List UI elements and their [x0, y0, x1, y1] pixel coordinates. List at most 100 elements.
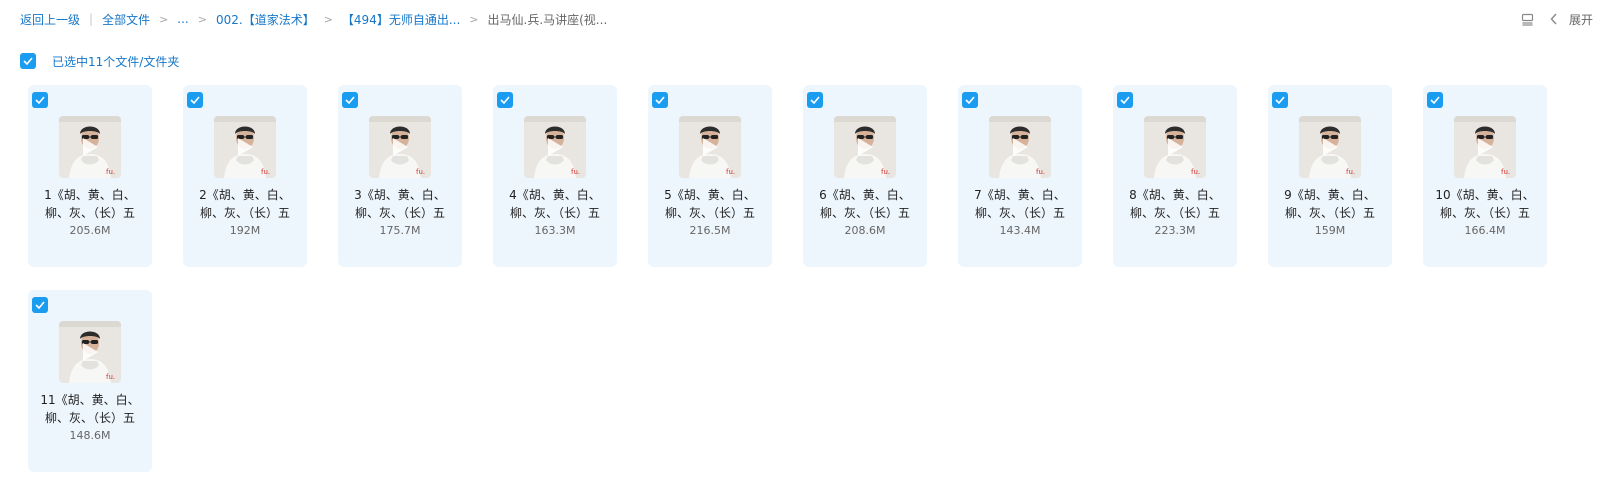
- svg-text:fu.: fu.: [726, 168, 735, 176]
- file-checkbox[interactable]: [342, 92, 358, 108]
- file-size: 166.4M: [1464, 224, 1506, 237]
- selection-bar: 已选中11个文件/文件夹: [20, 52, 179, 70]
- play-icon: [238, 138, 253, 156]
- file-checkbox[interactable]: [497, 92, 513, 108]
- file-card[interactable]: fu. 7《胡、黄、白、 柳、灰、（长）五 143.4M: [958, 85, 1082, 267]
- file-card[interactable]: fu. 5《胡、黄、白、 柳、灰、（长）五 216.5M: [648, 85, 772, 267]
- file-name: 5《胡、黄、白、 柳、灰、（长）五: [656, 186, 764, 222]
- file-name: 10《胡、黄、白、 柳、灰、（长）五: [1431, 186, 1539, 222]
- expand-label: 展开: [1568, 12, 1593, 27]
- svg-text:fu.: fu.: [106, 373, 115, 381]
- svg-text:fu.: fu.: [261, 168, 270, 176]
- play-icon: [1323, 138, 1338, 156]
- breadcrumb-separator: >: [323, 12, 333, 26]
- file-name-line: 柳、灰、（长）五: [664, 206, 755, 220]
- chevron-left-icon: [1547, 12, 1561, 26]
- file-checkbox[interactable]: [652, 92, 668, 108]
- video-thumbnail[interactable]: fu.: [1454, 116, 1516, 178]
- file-name-line: 柳、灰、（长）五: [974, 206, 1065, 220]
- file-checkbox[interactable]: [962, 92, 978, 108]
- play-icon: [83, 138, 98, 156]
- breadcrumb-ellipsis[interactable]: ...: [177, 12, 188, 26]
- file-name-line: 柳、灰、（长）五: [1129, 206, 1220, 220]
- file-checkbox[interactable]: [1427, 92, 1443, 108]
- breadcrumb-separator: >: [159, 12, 169, 26]
- svg-text:fu.: fu.: [571, 168, 580, 176]
- file-name-line: 8《胡、黄、白、: [1129, 188, 1221, 202]
- svg-text:fu.: fu.: [1036, 168, 1045, 176]
- top-bar: 返回上一级 | 全部文件 > ... > 002.【道家法术】 > 【494】无…: [20, 8, 1599, 30]
- breadcrumb-separator: >: [469, 12, 479, 26]
- breadcrumb-item-494[interactable]: 【494】无师自通出...: [342, 11, 460, 28]
- file-size: 216.5M: [689, 224, 731, 237]
- file-card[interactable]: fu. 11《胡、黄、白、 柳、灰、（长）五 148.6M: [28, 290, 152, 472]
- play-icon: [393, 138, 408, 156]
- video-thumbnail[interactable]: fu.: [369, 116, 431, 178]
- file-name: 2《胡、黄、白、 柳、灰、（长）五: [191, 186, 299, 222]
- play-icon: [1013, 138, 1028, 156]
- file-name-line: 柳、灰、（长）五: [354, 206, 445, 220]
- breadcrumb-divider: |: [89, 12, 94, 26]
- file-name-line: 9《胡、黄、白、: [1284, 188, 1376, 202]
- file-name-line: 5《胡、黄、白、: [664, 188, 756, 202]
- file-checkbox[interactable]: [807, 92, 823, 108]
- video-thumbnail[interactable]: fu.: [679, 116, 741, 178]
- file-card[interactable]: fu. 2《胡、黄、白、 柳、灰、（长）五 192M: [183, 85, 307, 267]
- video-thumbnail[interactable]: fu.: [214, 116, 276, 178]
- file-name-line: 1《胡、黄、白、: [44, 188, 136, 202]
- file-size: 148.6M: [69, 429, 111, 442]
- file-name-line: 6《胡、黄、白、: [819, 188, 911, 202]
- file-name: 8《胡、黄、白、 柳、灰、（长）五: [1121, 186, 1229, 222]
- selection-count-label: 已选中11个文件/文件夹: [52, 54, 180, 69]
- file-size: 205.6M: [69, 224, 111, 237]
- file-card[interactable]: fu. 3《胡、黄、白、 柳、灰、（长）五 175.7M: [338, 85, 462, 267]
- back-link[interactable]: 返回上一级: [20, 11, 80, 28]
- video-thumbnail[interactable]: fu.: [834, 116, 896, 178]
- file-checkbox[interactable]: [187, 92, 203, 108]
- video-thumbnail[interactable]: fu.: [1144, 116, 1206, 178]
- expand-button[interactable]: 展开: [1547, 11, 1593, 28]
- file-checkbox[interactable]: [32, 92, 48, 108]
- play-icon: [703, 138, 718, 156]
- file-checkbox[interactable]: [1272, 92, 1288, 108]
- video-thumbnail[interactable]: fu.: [1299, 116, 1361, 178]
- file-card[interactable]: fu. 4《胡、黄、白、 柳、灰、（长）五 163.3M: [493, 85, 617, 267]
- file-size: 223.3M: [1154, 224, 1196, 237]
- video-thumbnail[interactable]: fu.: [989, 116, 1051, 178]
- svg-text:fu.: fu.: [106, 168, 115, 176]
- play-icon: [1168, 138, 1183, 156]
- all-files-link[interactable]: 全部文件: [102, 11, 150, 28]
- select-all-checkbox[interactable]: [20, 53, 36, 69]
- file-name-line: 柳、灰、（长）五: [509, 206, 600, 220]
- file-card[interactable]: fu. 6《胡、黄、白、 柳、灰、（长）五 208.6M: [803, 85, 927, 267]
- svg-text:fu.: fu.: [1346, 168, 1355, 176]
- svg-text:fu.: fu.: [416, 168, 425, 176]
- file-size: 159M: [1314, 224, 1346, 237]
- file-card[interactable]: fu. 9《胡、黄、白、 柳、灰、（长）五 159M: [1268, 85, 1392, 267]
- file-name-line: 10《胡、黄、白、: [1435, 188, 1535, 202]
- file-card[interactable]: fu. 10《胡、黄、白、 柳、灰、（长）五 166.4M: [1423, 85, 1547, 267]
- file-name: 1《胡、黄、白、 柳、灰、（长）五: [36, 186, 144, 222]
- play-icon: [83, 343, 98, 361]
- video-thumbnail[interactable]: fu.: [59, 321, 121, 383]
- play-icon: [1478, 138, 1493, 156]
- file-card[interactable]: fu. 8《胡、黄、白、 柳、灰、（长）五 223.3M: [1113, 85, 1237, 267]
- file-name: 9《胡、黄、白、 柳、灰、（长）五: [1276, 186, 1384, 222]
- view-tools: 展开: [1521, 8, 1593, 30]
- video-thumbnail[interactable]: fu.: [59, 116, 121, 178]
- file-name-line: 柳、灰、（长）五: [1284, 206, 1375, 220]
- file-size: 143.4M: [999, 224, 1041, 237]
- play-icon: [548, 138, 563, 156]
- file-card[interactable]: fu. 1《胡、黄、白、 柳、灰、（长）五 205.6M: [28, 85, 152, 267]
- file-checkbox[interactable]: [1117, 92, 1133, 108]
- breadcrumb-item-daojia[interactable]: 002.【道家法术】: [216, 11, 315, 28]
- file-name: 6《胡、黄、白、 柳、灰、（长）五: [811, 186, 919, 222]
- file-checkbox[interactable]: [32, 297, 48, 313]
- file-name-line: 柳、灰、（长）五: [1439, 206, 1530, 220]
- video-thumbnail[interactable]: fu.: [524, 116, 586, 178]
- list-view-icon[interactable]: [1521, 12, 1535, 26]
- file-name: 4《胡、黄、白、 柳、灰、（长）五: [501, 186, 609, 222]
- file-name-line: 4《胡、黄、白、: [509, 188, 601, 202]
- svg-text:fu.: fu.: [1501, 168, 1510, 176]
- file-name-line: 7《胡、黄、白、: [974, 188, 1066, 202]
